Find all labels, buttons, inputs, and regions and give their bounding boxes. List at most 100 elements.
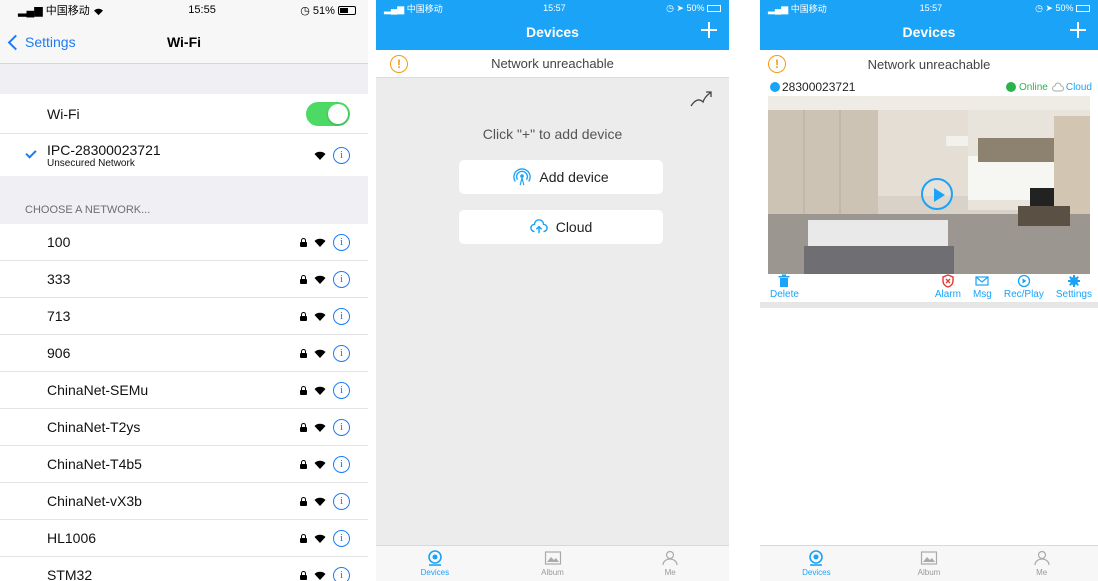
- section-header: CHOOSE A NETWORK...: [25, 204, 151, 216]
- tab-bar: Devices Album Me: [376, 545, 729, 581]
- add-device-button[interactable]: Add device: [459, 160, 663, 194]
- wifi-settings-screen: ▂▄▆ 中国移动 15:55 ◷ 51% Settings Wi-Fi Wi-F…: [0, 0, 368, 581]
- tab-devices[interactable]: Devices: [760, 546, 873, 581]
- network-warning-bar: ! Network unreachable: [760, 50, 1098, 78]
- network-row[interactable]: 713 i: [0, 298, 368, 335]
- lock-icon: [300, 237, 307, 247]
- info-icon[interactable]: i: [333, 146, 350, 164]
- network-name: ChinaNet-T2ys: [47, 419, 141, 435]
- network-name: STM32: [47, 567, 93, 581]
- tab-devices[interactable]: Devices: [376, 546, 494, 581]
- status-bar: ▂▄▆ 中国移动 15:55 ◷ 51%: [0, 0, 368, 20]
- tab-bar: Devices Album Me: [760, 545, 1098, 581]
- devices-empty-screen: ▂▄▆ 中国移动 15:57 ◷ ➤ 50% Devices ! Network…: [376, 0, 729, 581]
- wifi-signal-icon: [314, 151, 326, 160]
- tab-album[interactable]: Album: [873, 546, 986, 581]
- wifi-signal-icon: [314, 349, 326, 358]
- trash-icon: [778, 274, 790, 287]
- wifi-signal-icon: [314, 497, 326, 506]
- wifi-signal-icon: [314, 460, 326, 469]
- info-icon[interactable]: i: [333, 270, 350, 288]
- tab-me[interactable]: Me: [985, 546, 1098, 581]
- network-row[interactable]: ChinaNet-T4b5 i: [0, 446, 368, 483]
- signal-icon: ▂▄▆: [18, 5, 46, 17]
- device-id: 28300023721: [782, 80, 856, 94]
- wifi-signal-icon: [314, 534, 326, 543]
- info-icon[interactable]: i: [333, 492, 350, 510]
- location-icon: ◷ ➤: [1035, 2, 1056, 13]
- alarm-button[interactable]: Alarm: [935, 274, 961, 300]
- network-row[interactable]: 100 i: [0, 224, 368, 261]
- lock-icon: [300, 533, 307, 543]
- wifi-signal-icon: [314, 238, 326, 247]
- connected-ssid: IPC-28300023721: [47, 141, 161, 158]
- wifi-toggle-row: Wi-Fi: [0, 94, 368, 134]
- empty-device-area: Click "+" to add device Add device Cloud: [376, 78, 729, 513]
- tab-album[interactable]: Album: [494, 546, 612, 581]
- info-icon[interactable]: i: [333, 344, 350, 362]
- lock-icon: [300, 311, 307, 321]
- warning-text: Network unreachable: [867, 56, 991, 72]
- info-icon[interactable]: i: [333, 455, 350, 473]
- play-icon[interactable]: [921, 178, 953, 210]
- image-icon: [544, 551, 561, 565]
- connected-subtitle: Unsecured Network: [47, 157, 135, 169]
- devices-list-screen: ▂▄▆ 中国移动 15:57 ◷ ➤ 50% Devices ! Network…: [760, 0, 1098, 581]
- info-icon[interactable]: i: [333, 418, 350, 436]
- info-icon[interactable]: i: [333, 529, 350, 547]
- info-icon[interactable]: i: [333, 233, 350, 251]
- status-bar: ▂▄▆ 中国移动 15:57 ◷ ➤ 50%: [376, 0, 729, 16]
- device-header: 28300023721 Online Cloud: [760, 78, 1098, 96]
- signal-icon: ▂▄▆: [384, 3, 407, 14]
- network-row[interactable]: HL1006 i: [0, 520, 368, 557]
- wifi-toggle[interactable]: [306, 101, 350, 126]
- lock-icon: [300, 348, 307, 358]
- page-title: Wi-Fi: [166, 34, 202, 50]
- info-icon[interactable]: i: [333, 381, 350, 399]
- online-badge: Online: [1005, 82, 1048, 93]
- recplay-button[interactable]: Rec/Play: [1004, 274, 1044, 300]
- alarm-clock-icon: ◷: [300, 4, 313, 17]
- add-device-hint: Click "+" to add device: [482, 126, 623, 142]
- network-name: 100: [47, 234, 71, 250]
- pointing-hand-icon: [690, 91, 712, 107]
- shield-alarm-icon: [942, 274, 954, 288]
- app-header: ▂▄▆ 中国移动 15:57 ◷ ➤ 50% Devices: [376, 0, 729, 50]
- playback-icon: [1017, 274, 1030, 288]
- page-title: Devices: [526, 24, 579, 40]
- network-name: ChinaNet-vX3b: [47, 493, 142, 509]
- connected-network-row[interactable]: IPC-28300023721 Unsecured Network i: [0, 134, 368, 176]
- battery-icon: [1076, 4, 1090, 12]
- info-icon[interactable]: i: [333, 566, 350, 581]
- msg-button[interactable]: Msg: [973, 274, 992, 300]
- add-plus-icon[interactable]: [1070, 22, 1086, 38]
- delete-button[interactable]: Delete: [770, 274, 799, 300]
- lock-icon: [300, 274, 307, 284]
- network-row[interactable]: ChinaNet-vX3b i: [0, 483, 368, 520]
- cloud-button[interactable]: Cloud: [459, 210, 663, 244]
- info-icon[interactable]: i: [333, 307, 350, 325]
- settings-button[interactable]: Settings: [1056, 274, 1092, 300]
- battery-status: ◷ ➤ 50%: [1035, 3, 1090, 14]
- network-row[interactable]: STM32 i: [0, 557, 368, 581]
- status-time: 15:55: [188, 4, 216, 16]
- network-row[interactable]: 906 i: [0, 335, 368, 372]
- gear-icon: [1067, 275, 1080, 287]
- lock-icon: [300, 570, 307, 580]
- network-list: 100 i 333 i 713 i 906 i ChinaNet-SEMu i ChinaNet-T…: [0, 224, 368, 581]
- camera-preview[interactable]: [768, 96, 1090, 274]
- user-icon: [1034, 550, 1050, 566]
- carrier-label: ▂▄▆ 中国移动: [18, 2, 104, 18]
- online-icon: [1005, 82, 1016, 92]
- network-row[interactable]: 333 i: [0, 261, 368, 298]
- tab-me[interactable]: Me: [611, 546, 729, 581]
- wifi-label: Wi-Fi: [47, 105, 80, 122]
- network-row[interactable]: ChinaNet-SEMu i: [0, 372, 368, 409]
- cloud-badge[interactable]: Cloud: [1051, 82, 1092, 93]
- network-name: ChinaNet-T4b5: [47, 456, 142, 472]
- app-header: ▂▄▆ 中国移动 15:57 ◷ ➤ 50% Devices: [760, 0, 1098, 50]
- network-name: 906: [47, 345, 71, 361]
- add-plus-icon[interactable]: [701, 22, 717, 38]
- network-row[interactable]: ChinaNet-T2ys i: [0, 409, 368, 446]
- battery-status: ◷ 51%: [300, 4, 356, 17]
